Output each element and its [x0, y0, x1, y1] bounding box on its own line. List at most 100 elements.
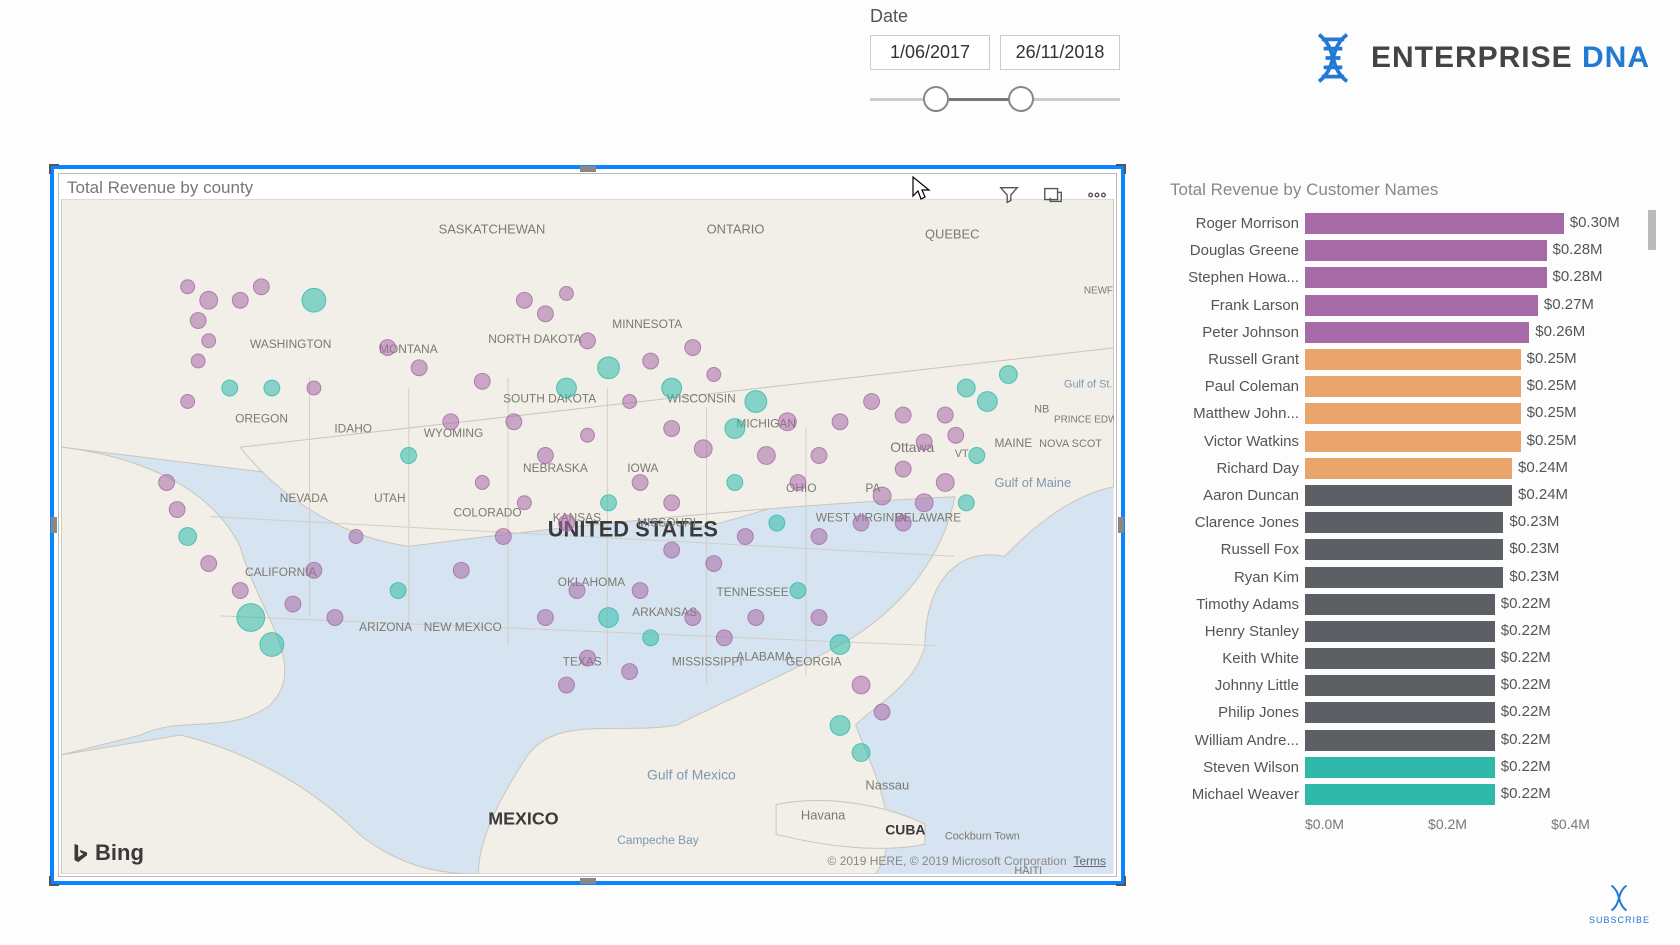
resize-handle-top[interactable]: [580, 166, 596, 172]
resize-corner-tl[interactable]: [49, 164, 59, 174]
map-bubble[interactable]: [401, 448, 417, 464]
map-bubble[interactable]: [643, 353, 659, 369]
bar-row[interactable]: Paul Coleman$0.25M: [1170, 373, 1650, 400]
bar-row[interactable]: Timothy Adams$0.22M: [1170, 591, 1650, 618]
subscribe-badge[interactable]: SUBSCRIBE: [1589, 883, 1650, 925]
bar-rect[interactable]: [1305, 403, 1521, 424]
map-bubble[interactable]: [737, 529, 753, 545]
map-bubble[interactable]: [864, 394, 880, 410]
filter-icon[interactable]: [998, 184, 1020, 211]
map-bubble[interactable]: [977, 392, 997, 412]
map-bubble[interactable]: [516, 292, 532, 308]
map-bubble[interactable]: [937, 407, 953, 423]
map-bubble[interactable]: [474, 373, 490, 389]
map-bubble[interactable]: [443, 414, 459, 430]
bar-row[interactable]: Roger Morrison$0.30M: [1170, 210, 1650, 237]
map-canvas[interactable]: UNITED STATES MEXICO CUBA Gulf of Mexico…: [61, 199, 1114, 874]
map-bubble[interactable]: [725, 419, 745, 439]
map-bubble[interactable]: [778, 413, 796, 431]
map-bubble[interactable]: [999, 366, 1017, 384]
map-bubble[interactable]: [380, 340, 396, 356]
resize-corner-tr[interactable]: [1116, 164, 1126, 174]
map-bubble[interactable]: [685, 610, 701, 626]
map-bubble[interactable]: [260, 633, 284, 657]
bar-rect[interactable]: [1305, 567, 1503, 588]
bar-rect[interactable]: [1305, 213, 1564, 234]
map-bubble[interactable]: [969, 448, 985, 464]
bar-rect[interactable]: [1305, 240, 1547, 261]
map-bubble[interactable]: [598, 357, 620, 379]
bar-row[interactable]: Victor Watkins$0.25M: [1170, 428, 1650, 455]
map-bubble[interactable]: [662, 378, 682, 398]
map-bubble[interactable]: [707, 368, 721, 382]
bar-row[interactable]: Aaron Duncan$0.24M: [1170, 482, 1650, 509]
map-bubble[interactable]: [537, 610, 553, 626]
bar-row[interactable]: Russell Grant$0.25M: [1170, 346, 1650, 373]
map-bubble[interactable]: [537, 306, 553, 322]
customer-bar-chart[interactable]: Total Revenue by Customer Names Roger Mo…: [1170, 180, 1650, 870]
bar-rect[interactable]: [1305, 539, 1503, 560]
bar-row[interactable]: Steven Wilson$0.22M: [1170, 754, 1650, 781]
bar-rect[interactable]: [1305, 512, 1503, 533]
map-bubble[interactable]: [811, 448, 827, 464]
bar-row[interactable]: Keith White$0.22M: [1170, 645, 1650, 672]
scrollbar-thumb[interactable]: [1648, 210, 1656, 250]
map-bubble[interactable]: [200, 291, 218, 309]
map-bubble[interactable]: [811, 610, 827, 626]
bar-rect[interactable]: [1305, 458, 1512, 479]
bar-rect[interactable]: [1305, 648, 1495, 669]
map-bubble[interactable]: [559, 515, 575, 531]
map-bubble[interactable]: [757, 447, 775, 465]
bar-rect[interactable]: [1305, 621, 1495, 642]
map-bubble[interactable]: [253, 279, 269, 295]
map-bubble[interactable]: [599, 608, 619, 628]
map-bubble[interactable]: [745, 391, 767, 413]
map-bubble[interactable]: [895, 461, 911, 477]
bar-rect[interactable]: [1305, 784, 1495, 805]
bar-rect[interactable]: [1305, 349, 1521, 370]
map-bubble[interactable]: [390, 583, 406, 599]
map-bubble[interactable]: [643, 630, 659, 646]
map-bubble[interactable]: [664, 542, 680, 558]
map-bubble[interactable]: [232, 292, 248, 308]
bar-rect[interactable]: [1305, 431, 1521, 452]
map-bubble[interactable]: [569, 583, 585, 599]
map-bubble[interactable]: [790, 475, 806, 491]
map-bubble[interactable]: [475, 476, 489, 490]
slider-handle-start[interactable]: [923, 86, 949, 112]
terms-link[interactable]: Terms: [1073, 854, 1106, 868]
map-bubble[interactable]: [580, 333, 596, 349]
map-bubble[interactable]: [307, 381, 321, 395]
map-bubble[interactable]: [327, 610, 343, 626]
map-bubble[interactable]: [202, 334, 216, 348]
date-slider[interactable]: [870, 80, 1120, 120]
bar-row[interactable]: Ryan Kim$0.23M: [1170, 563, 1650, 590]
map-bubble[interactable]: [830, 635, 850, 655]
map-bubble[interactable]: [830, 716, 850, 736]
map-bubble[interactable]: [285, 596, 301, 612]
map-bubble[interactable]: [232, 583, 248, 599]
map-bubble[interactable]: [832, 414, 848, 430]
bar-row[interactable]: William Andre...$0.22M: [1170, 727, 1650, 754]
map-bubble[interactable]: [853, 515, 869, 531]
map-bubble[interactable]: [453, 562, 469, 578]
resize-handle-bottom[interactable]: [580, 878, 596, 884]
slider-handle-end[interactable]: [1008, 86, 1034, 112]
map-bubble[interactable]: [557, 378, 577, 398]
date-end-input[interactable]: 26/11/2018: [1000, 35, 1120, 70]
bar-row[interactable]: Russell Fox$0.23M: [1170, 536, 1650, 563]
bar-rect[interactable]: [1305, 295, 1538, 316]
bar-row[interactable]: Peter Johnson$0.26M: [1170, 319, 1650, 346]
map-bubble[interactable]: [179, 528, 197, 546]
map-bubble[interactable]: [632, 583, 648, 599]
map-bubble[interactable]: [895, 515, 911, 531]
map-bubble[interactable]: [811, 529, 827, 545]
map-bubble[interactable]: [948, 427, 964, 443]
map-bubble[interactable]: [181, 395, 195, 409]
resize-corner-bl[interactable]: [49, 876, 59, 886]
resize-handle-left[interactable]: [51, 517, 57, 533]
map-bubble[interactable]: [916, 434, 932, 450]
map-bubble[interactable]: [852, 676, 870, 694]
map-bubble[interactable]: [769, 515, 785, 531]
map-bubble[interactable]: [306, 562, 322, 578]
